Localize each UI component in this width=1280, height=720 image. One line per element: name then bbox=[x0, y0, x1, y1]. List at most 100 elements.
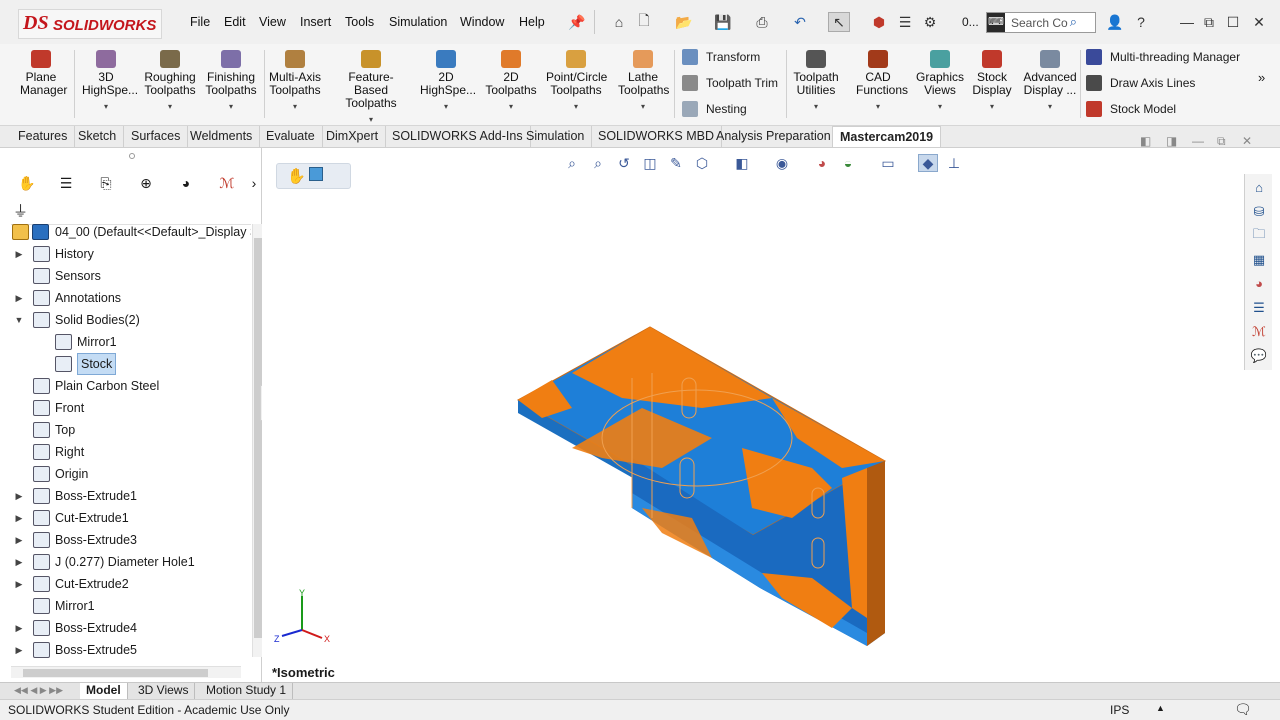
select-cursor-icon[interactable]: ↖ bbox=[828, 12, 850, 32]
dropdown-arrow-icon[interactable]: ▾ bbox=[792, 100, 840, 113]
ribbon-button-10[interactable]: Toolpath Utilities ▾ bbox=[792, 50, 840, 124]
ribbon-button-14[interactable]: Advanced Display ... ▾ bbox=[1023, 50, 1077, 124]
tree-item[interactable]: ▶ Boss-Extrude4 bbox=[11, 617, 251, 639]
featuremanager-tab-icon[interactable]: ✋ bbox=[15, 172, 39, 194]
dropdown-arrow-icon[interactable]: ▾ bbox=[485, 100, 537, 113]
transform-button[interactable]: Transform bbox=[682, 47, 760, 67]
ribbon-button-5[interactable]: Feature-Based Toolpaths ▾ bbox=[333, 50, 409, 124]
tree-horizontal-scrollbar[interactable] bbox=[11, 666, 241, 678]
multithreading-manager-button[interactable]: Multi-threading Manager bbox=[1086, 47, 1240, 67]
tab-simulation[interactable]: Simulation bbox=[519, 126, 593, 147]
ribbon-button-4[interactable]: Multi-Axis Toolpaths ▾ bbox=[268, 50, 322, 124]
close-window-icon[interactable]: ✕ bbox=[1248, 12, 1270, 32]
tree-item[interactable]: Right bbox=[11, 441, 251, 463]
user-account-icon[interactable]: 👤 bbox=[1104, 12, 1126, 32]
menu-tools[interactable]: Tools bbox=[345, 15, 374, 29]
expand-chevron-icon[interactable]: ▶ bbox=[13, 573, 25, 595]
save-icon[interactable]: 💾 bbox=[712, 12, 734, 32]
tab-model[interactable]: Model bbox=[80, 683, 128, 699]
tree-item[interactable]: ▶ Boss-Extrude5 bbox=[11, 639, 251, 661]
new-document-icon[interactable]: 🗋 bbox=[633, 12, 655, 32]
doc-close-icon[interactable]: ✕ bbox=[1242, 134, 1252, 148]
unit-system[interactable]: IPS bbox=[1110, 703, 1129, 717]
tab-3d-views[interactable]: 3D Views bbox=[132, 683, 196, 699]
ribbon-button-9[interactable]: Lathe Toolpaths ▾ bbox=[618, 50, 669, 124]
part-3d-model[interactable] bbox=[512, 318, 892, 648]
file-explorer-icon[interactable]: 🗀 bbox=[1249, 226, 1269, 245]
tab-dimxpert[interactable]: DimXpert bbox=[319, 126, 387, 147]
view-palette-icon[interactable]: ▦ bbox=[1249, 250, 1269, 269]
tree-scroll-thumb[interactable] bbox=[254, 238, 262, 638]
expand-chevron-icon[interactable]: ▶ bbox=[13, 529, 25, 551]
expand-chevron-icon[interactable]: ▶ bbox=[13, 243, 25, 265]
ribbon-button-11[interactable]: CAD Functions ▾ bbox=[856, 50, 908, 124]
dynamic-annotation-icon[interactable]: ✎ bbox=[666, 154, 686, 172]
dropdown-arrow-icon[interactable]: ▾ bbox=[972, 100, 1012, 113]
home-icon[interactable]: ⌂ bbox=[608, 12, 630, 32]
tab-features[interactable]: Features bbox=[11, 126, 76, 147]
tab-mastercam2019[interactable]: Mastercam2019 bbox=[832, 126, 942, 147]
tree-item[interactable]: ▶ Boss-Extrude3 bbox=[11, 529, 251, 551]
tree-item[interactable]: Plain Carbon Steel bbox=[11, 375, 251, 397]
expand-chevron-icon[interactable]: ▶ bbox=[13, 287, 25, 309]
tree-item[interactable]: Top bbox=[11, 419, 251, 441]
menu-window[interactable]: Window bbox=[460, 15, 504, 29]
tab-evaluate[interactable]: Evaluate bbox=[259, 126, 323, 147]
ribbon-button-0[interactable]: Plane Manager bbox=[20, 50, 67, 124]
pin-icon[interactable]: 📌 bbox=[566, 12, 588, 32]
dropdown-arrow-icon[interactable]: ▾ bbox=[82, 100, 130, 113]
design-library-icon[interactable]: ⛁ bbox=[1249, 202, 1269, 221]
dropdown-arrow-icon[interactable]: ▾ bbox=[141, 100, 199, 113]
menu-help[interactable]: Help bbox=[519, 15, 545, 29]
ribbon-button-2[interactable]: Roughing Toolpaths ▾ bbox=[141, 50, 199, 124]
tree-item[interactable]: Stock bbox=[11, 353, 251, 375]
dimxpertmanager-tab-icon[interactable]: ⊕ bbox=[134, 172, 158, 194]
doc-minimize-icon[interactable]: — bbox=[1192, 134, 1204, 148]
apply-scene-icon[interactable]: ◒ bbox=[838, 154, 858, 172]
previous-view-icon[interactable]: ↺ bbox=[614, 154, 634, 172]
tab-scroll-arrows-icon[interactable]: ◀◀ ◀ ▶ ▶▶ bbox=[14, 685, 63, 696]
tree-item[interactable]: Mirror1 bbox=[11, 331, 251, 353]
print-icon[interactable]: ⎙ bbox=[751, 12, 773, 32]
custom-properties-icon[interactable]: ☰ bbox=[1249, 298, 1269, 317]
breadcrumb-part-icon[interactable]: ✋ bbox=[287, 167, 306, 185]
unit-dropdown-chevron-icon[interactable]: ▲ bbox=[1156, 703, 1165, 713]
panel-handle-icon[interactable] bbox=[129, 153, 135, 159]
ribbon-button-3[interactable]: Finishing Toolpaths ▾ bbox=[205, 50, 257, 124]
dropdown-arrow-icon[interactable]: ▾ bbox=[916, 100, 964, 113]
tree-vertical-scrollbar[interactable] bbox=[252, 224, 262, 657]
tree-item[interactable]: Front bbox=[11, 397, 251, 419]
options-gear-icon[interactable]: ⚙ bbox=[919, 12, 941, 32]
search-input[interactable]: Search Co bbox=[1011, 16, 1068, 30]
tree-item[interactable]: ▼ Solid Bodies(2) bbox=[11, 309, 251, 331]
tree-item[interactable]: Origin bbox=[11, 463, 251, 485]
tab-solidworks-mbd[interactable]: SOLIDWORKS MBD bbox=[591, 126, 722, 147]
search-icon[interactable]: ⌕ bbox=[1070, 14, 1077, 30]
tree-item[interactable]: Mirror1 bbox=[11, 595, 251, 617]
open-folder-icon[interactable]: 📂 bbox=[673, 12, 695, 32]
tree-item[interactable]: ▶ Boss-Extrude1 bbox=[11, 485, 251, 507]
tree-item[interactable]: ▶ Cut-Extrude1 bbox=[11, 507, 251, 529]
expand-chevron-icon[interactable]: ▶ bbox=[13, 485, 25, 507]
tree-item[interactable]: ▶ Annotations bbox=[11, 287, 251, 309]
minimize-window-icon[interactable]: — bbox=[1176, 12, 1198, 32]
solidworks-logo[interactable]: DS SOLIDWORKS bbox=[18, 9, 162, 39]
tab-solidworks-add-ins[interactable]: SOLIDWORKS Add-Ins bbox=[385, 126, 531, 147]
display-style-icon[interactable]: ◧ bbox=[732, 154, 752, 172]
undo-icon[interactable]: ↶ bbox=[789, 12, 811, 32]
tree-item[interactable]: ▶ J (0.277) Diameter Hole1 bbox=[11, 551, 251, 573]
tab-weldments[interactable]: Weldments bbox=[183, 126, 261, 147]
displaymanager-tab-icon[interactable]: ◕ bbox=[174, 172, 198, 194]
ribbon-overflow-chevron-icon[interactable]: » bbox=[1258, 70, 1265, 85]
tab-sketch[interactable]: Sketch bbox=[71, 126, 125, 147]
menu-simulation[interactable]: Simulation bbox=[389, 15, 447, 29]
tree-hscroll-thumb[interactable] bbox=[23, 669, 208, 677]
doc-tile-left-icon[interactable]: ◧ bbox=[1140, 134, 1151, 148]
dropdown-arrow-icon[interactable]: ▾ bbox=[420, 100, 472, 113]
breadcrumb[interactable]: ✋ bbox=[276, 163, 351, 189]
filter-icon[interactable]: ⏚ bbox=[13, 200, 28, 221]
view-orientation-icon[interactable]: ⬡ bbox=[692, 154, 712, 172]
nesting-button[interactable]: Nesting bbox=[682, 99, 747, 119]
tree-item[interactable]: ▶ History bbox=[11, 243, 251, 265]
menu-insert[interactable]: Insert bbox=[300, 15, 331, 29]
